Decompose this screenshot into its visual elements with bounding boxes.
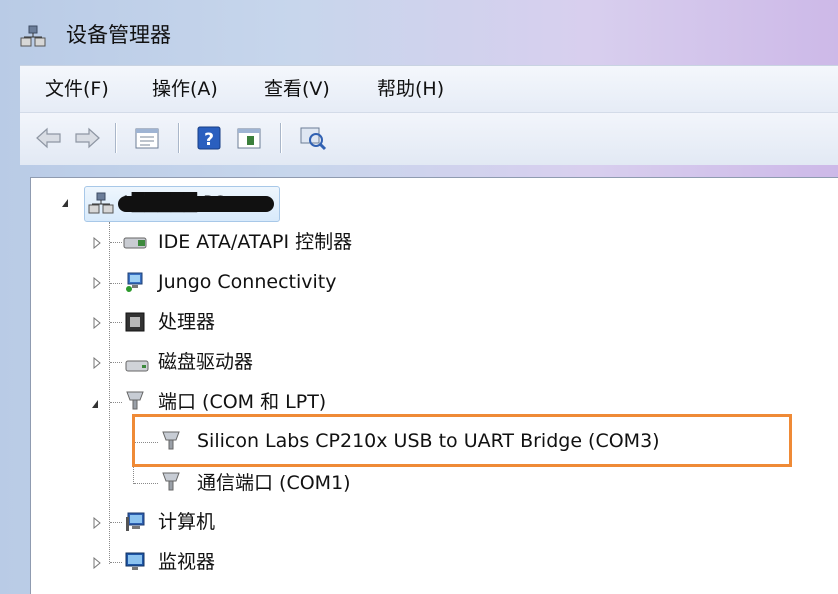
network-computer-icon: [126, 272, 143, 292]
window-title: 设备管理器: [66, 23, 171, 47]
toolbar-separator: [178, 123, 179, 153]
computer-tree-icon: [88, 192, 114, 214]
menu-action[interactable]: 操作(A): [150, 76, 220, 102]
tree-line: [110, 562, 122, 563]
back-arrow-icon[interactable]: [34, 123, 64, 153]
svg-text:?: ?: [204, 130, 214, 150]
help-icon[interactable]: ?: [194, 123, 224, 153]
expand-arrow-icon[interactable]: [92, 237, 102, 249]
tree-node-label[interactable]: IDE ATA/ATAPI 控制器: [158, 229, 352, 255]
computer-icon: [126, 512, 145, 531]
tree-node-label[interactable]: 监视器: [158, 549, 215, 575]
toolbar: ?: [20, 112, 838, 165]
tree-line: [110, 402, 122, 403]
expand-arrow-icon[interactable]: [92, 357, 102, 369]
device-manager-window: 设备管理器 文件(F) 操作(A) 查看(V) 帮助(H) ? IDE ATA/…: [0, 0, 838, 594]
menu-file[interactable]: 文件(F): [43, 76, 111, 102]
tree-line: [109, 222, 110, 564]
tree-line: [110, 283, 122, 284]
tree-line: [110, 522, 122, 523]
device-tree: [30, 177, 838, 594]
tree-node-label[interactable]: 磁盘驱动器: [158, 349, 253, 375]
tree-node-label[interactable]: 端口 (COM 和 LPT): [158, 389, 326, 415]
tree-line: [110, 322, 122, 323]
tree-node-label[interactable]: 处理器: [158, 309, 215, 335]
tree-line: [110, 242, 122, 243]
menu-help[interactable]: 帮助(H): [375, 76, 446, 102]
expand-arrow-icon[interactable]: [92, 557, 102, 569]
collapse-arrow-icon[interactable]: [60, 197, 70, 209]
highlight-box: [132, 414, 792, 467]
title-bar[interactable]: 设备管理器: [0, 0, 838, 62]
port-icon: [162, 472, 180, 491]
processor-icon: [125, 312, 145, 332]
expand-arrow-icon[interactable]: [92, 277, 102, 289]
device-manager-icon: [20, 25, 46, 47]
tree-line: [134, 483, 158, 484]
tree-node-label[interactable]: Jungo Connectivity: [158, 269, 336, 295]
tree-node-label[interactable]: 计算机: [158, 509, 215, 535]
forward-arrow-icon[interactable]: [72, 123, 102, 153]
menu-bar: 文件(F) 操作(A) 查看(V) 帮助(H): [20, 65, 838, 112]
toolbar-separator: [280, 123, 281, 153]
collapse-arrow-icon[interactable]: [90, 398, 100, 410]
properties-icon[interactable]: [132, 123, 162, 153]
update-driver-icon[interactable]: [234, 123, 264, 153]
monitor-icon: [125, 552, 145, 570]
scan-hardware-icon[interactable]: [298, 123, 328, 153]
toolbar-separator: [115, 123, 116, 153]
expand-arrow-icon[interactable]: [92, 317, 102, 329]
disk-drive-icon: [125, 360, 149, 372]
tree-line: [110, 362, 122, 363]
redaction-bar: [118, 196, 274, 212]
port-icon: [126, 391, 144, 410]
tree-node-label[interactable]: 通信端口 (COM1): [197, 470, 351, 496]
expand-arrow-icon[interactable]: [92, 517, 102, 529]
menu-view[interactable]: 查看(V): [262, 76, 332, 102]
ide-controller-icon: [123, 237, 147, 249]
